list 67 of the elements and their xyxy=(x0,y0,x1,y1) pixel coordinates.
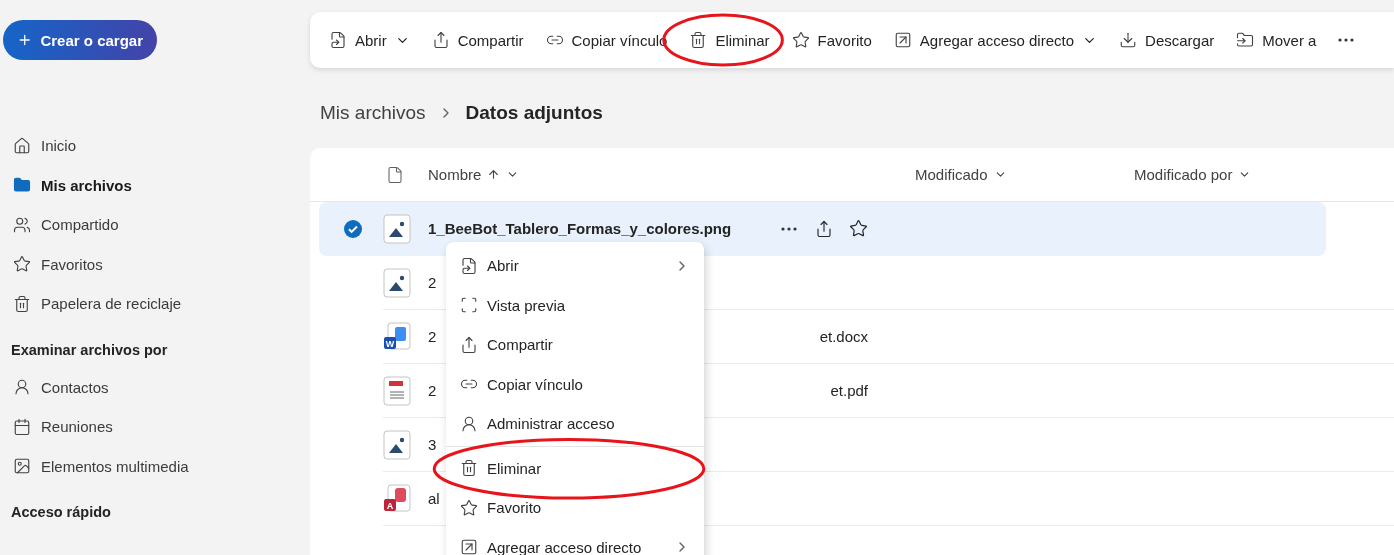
menu-item[interactable]: Agregar acceso directo xyxy=(446,527,704,555)
file-name[interactable]: 2 xyxy=(428,382,437,399)
file-name[interactable]: 1_BeeBot_Tablero_Formas_y_colores.png xyxy=(428,220,732,237)
trash-icon xyxy=(13,294,31,313)
trash-icon xyxy=(460,459,478,478)
folder-icon xyxy=(13,176,31,195)
more-icon[interactable] xyxy=(781,226,797,231)
share-icon xyxy=(460,335,478,354)
pdf-file-icon xyxy=(383,375,411,406)
share-icon xyxy=(431,31,450,49)
breadcrumb-item: Datos adjuntos xyxy=(465,102,603,124)
nav-item[interactable]: Compartido xyxy=(3,205,310,245)
image-icon xyxy=(13,457,31,476)
person-icon xyxy=(460,414,478,433)
breadcrumb-item[interactable]: Mis archivos xyxy=(320,102,426,124)
create-upload-button[interactable]: Crear o cargar xyxy=(3,20,157,60)
section-title: Examinar archivos por xyxy=(10,340,169,360)
check-circle-icon xyxy=(343,218,363,239)
share-icon[interactable] xyxy=(815,219,833,238)
selected-file-row[interactable]: 1_BeeBot_Tablero_Formas_y_colores.png xyxy=(319,202,1326,256)
toolbar-button[interactable]: Compartir xyxy=(420,25,535,55)
more-icon xyxy=(1338,38,1355,42)
file-icon xyxy=(460,256,478,275)
star-icon xyxy=(13,255,31,274)
nav-item[interactable]: Contactos xyxy=(3,367,310,407)
home-icon xyxy=(13,136,31,155)
file-name[interactable]: al xyxy=(428,490,440,507)
nav-item[interactable]: Elementos multimedia xyxy=(3,446,310,486)
calendar-icon xyxy=(13,417,31,436)
trash-icon xyxy=(689,31,708,49)
nav-item[interactable]: Favoritos xyxy=(3,244,310,284)
menu-item[interactable]: Copiar vínculo xyxy=(446,364,704,404)
shortcut-icon xyxy=(893,31,912,49)
image-file-icon xyxy=(383,213,411,244)
star-icon xyxy=(460,498,478,517)
toolbar-button[interactable]: Favorito xyxy=(780,25,883,55)
column-header[interactable]: Modificado xyxy=(915,166,988,183)
section-title: Acceso rápido xyxy=(10,503,112,522)
toolbar-button[interactable]: Agregar acceso directo xyxy=(882,25,1109,55)
toolbar-button[interactable]: Mover a xyxy=(1225,25,1328,55)
star-icon xyxy=(791,31,810,49)
shortcut-icon xyxy=(460,538,478,555)
nav-item[interactable]: Papelera de reciclaje xyxy=(3,284,310,324)
nav-item[interactable]: Inicio xyxy=(3,126,310,166)
folder-move-icon xyxy=(1236,31,1255,49)
file-type-icon xyxy=(386,165,404,184)
file-name[interactable]: 2 xyxy=(428,274,437,291)
menu-item[interactable]: Compartir xyxy=(446,325,704,365)
file-name[interactable]: et.pdf xyxy=(830,382,868,399)
file-icon xyxy=(329,31,347,49)
nav-item[interactable]: Reuniones xyxy=(3,407,310,447)
column-header[interactable]: Modificado por xyxy=(1134,166,1233,183)
star-icon[interactable] xyxy=(849,219,868,238)
image-file-icon xyxy=(383,429,411,460)
file-name[interactable]: 3 xyxy=(428,436,437,453)
file-name[interactable]: et.docx xyxy=(819,328,868,345)
menu-item[interactable]: Favorito xyxy=(446,488,704,528)
preview-icon xyxy=(460,296,478,315)
people-icon xyxy=(13,215,31,234)
person-icon xyxy=(13,378,31,397)
nav-item[interactable]: Mis archivos xyxy=(3,165,310,205)
download-icon xyxy=(1119,31,1138,49)
file-name[interactable]: 2 xyxy=(428,328,437,345)
column-header[interactable]: Nombre xyxy=(428,166,482,183)
toolbar-button[interactable]: Descargar xyxy=(1108,25,1226,55)
image-file-icon xyxy=(383,267,411,298)
toolbar-button[interactable]: Abrir xyxy=(318,25,421,55)
